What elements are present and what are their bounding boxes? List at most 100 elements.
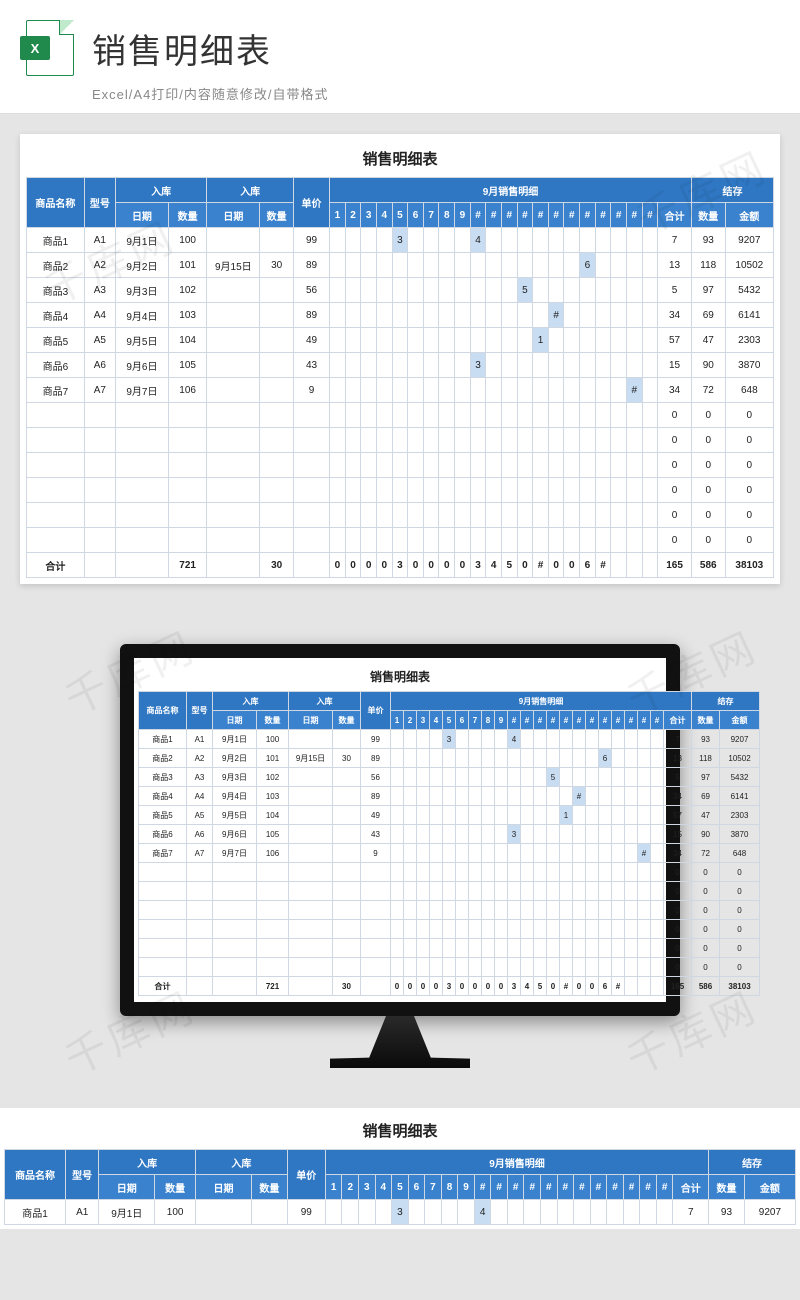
cell-day [651, 882, 664, 901]
cell-day [330, 478, 346, 503]
cell-day [376, 478, 392, 503]
cell-price: 9 [293, 378, 329, 403]
cell-price [293, 478, 329, 503]
cell-day: # [573, 787, 586, 806]
cell-day [595, 453, 611, 478]
cell-day [482, 787, 495, 806]
cell-date1: 9月5日 [115, 328, 168, 353]
cell-day [547, 882, 560, 901]
cell-day [391, 882, 404, 901]
monitor-mockup: 销售明细表 商品名称型号入库入库单价9月销售明细结存日期数量日期数量123456… [120, 644, 680, 1068]
cell-day [548, 228, 564, 253]
cell-day [423, 378, 439, 403]
cell-day [612, 749, 625, 768]
th-month: 9月销售明细 [325, 1150, 708, 1175]
cell-stock-qty: 0 [691, 428, 725, 453]
cell-day: 4 [508, 730, 521, 749]
cell-day [564, 328, 580, 353]
cell-date2 [207, 503, 260, 528]
cell-model [84, 453, 115, 478]
cell-total-qty2: 30 [260, 553, 294, 578]
cell-day [408, 453, 424, 478]
cell-qty1: 100 [257, 730, 289, 749]
cell-day [392, 353, 408, 378]
cell-day [547, 749, 560, 768]
cell-stock-qty: 0 [692, 920, 720, 939]
cell-day [573, 844, 586, 863]
cell-date1: 9月7日 [115, 378, 168, 403]
cell-stock-qty: 0 [691, 528, 725, 553]
cell-day [469, 958, 482, 977]
cell-day [408, 253, 424, 278]
th-name: 商品名称 [139, 692, 187, 730]
cell-day [404, 958, 417, 977]
hero-header: X 销售明细表 Excel/A4打印/内容随意修改/自带格式 [0, 0, 800, 114]
cell-qty2 [333, 806, 361, 825]
monitor-stand [330, 1016, 470, 1068]
cell-day [595, 378, 611, 403]
cell-day [501, 378, 517, 403]
cell-date2 [289, 806, 333, 825]
cell-day [573, 920, 586, 939]
cell-day [361, 503, 377, 528]
table-row: 000 [139, 882, 760, 901]
cell-day [573, 882, 586, 901]
cell-day [612, 844, 625, 863]
cell-day [361, 253, 377, 278]
cell-total-qty2: 30 [333, 977, 361, 996]
cell-stock-qty: 0 [691, 403, 725, 428]
cell-day [456, 958, 469, 977]
cell-sum: 57 [658, 328, 692, 353]
cell-day [534, 825, 547, 844]
cell-stock-amt: 3870 [725, 353, 773, 378]
cell-day [469, 882, 482, 901]
cell-day [573, 730, 586, 749]
th-day: 4 [376, 203, 392, 228]
cell-day [599, 768, 612, 787]
cell-day [623, 1200, 640, 1225]
cell-day [423, 228, 439, 253]
cell-day [443, 901, 456, 920]
cell-day [560, 920, 573, 939]
cell-total-day: 0 [330, 553, 346, 578]
cell-price: 89 [361, 749, 391, 768]
cell-day [469, 901, 482, 920]
cell-day [456, 749, 469, 768]
cell-total-day: 0 [423, 553, 439, 578]
cell-day [560, 882, 573, 901]
table-total-row: 合计721300000300003450#006#16558638103 [139, 977, 760, 996]
cell-day [458, 1200, 475, 1225]
cell-day: 1 [560, 806, 573, 825]
cell-day [439, 503, 455, 528]
cell-sum: 15 [664, 825, 692, 844]
cell-day [469, 939, 482, 958]
cell-day [521, 730, 534, 749]
cell-day [455, 378, 471, 403]
cell-stock-amt: 0 [720, 920, 760, 939]
cell-price [293, 403, 329, 428]
cell-day [391, 920, 404, 939]
cell-day [642, 278, 658, 303]
cell-date1 [115, 528, 168, 553]
cell-day [501, 303, 517, 328]
cell-day [580, 303, 596, 328]
cell-day [443, 882, 456, 901]
cell-stock-amt: 9207 [744, 1200, 795, 1225]
cell-day [534, 787, 547, 806]
cell-day [580, 503, 596, 528]
cell-sum: 7 [664, 730, 692, 749]
cell-day [486, 478, 502, 503]
cell-day [423, 528, 439, 553]
cell-day [392, 253, 408, 278]
cell-stock-amt: 5432 [725, 278, 773, 303]
cell-stock-qty: 97 [692, 768, 720, 787]
cell-stock-qty: 0 [691, 503, 725, 528]
table-total-row: 合计721300000300003450#006#16558638103 [27, 553, 774, 578]
cell-day [508, 749, 521, 768]
th-day: 6 [456, 711, 469, 730]
cell-date1: 9月6日 [213, 825, 257, 844]
cell-day [455, 428, 471, 453]
cell-day [417, 768, 430, 787]
cell-day [417, 939, 430, 958]
th-date: 日期 [213, 711, 257, 730]
